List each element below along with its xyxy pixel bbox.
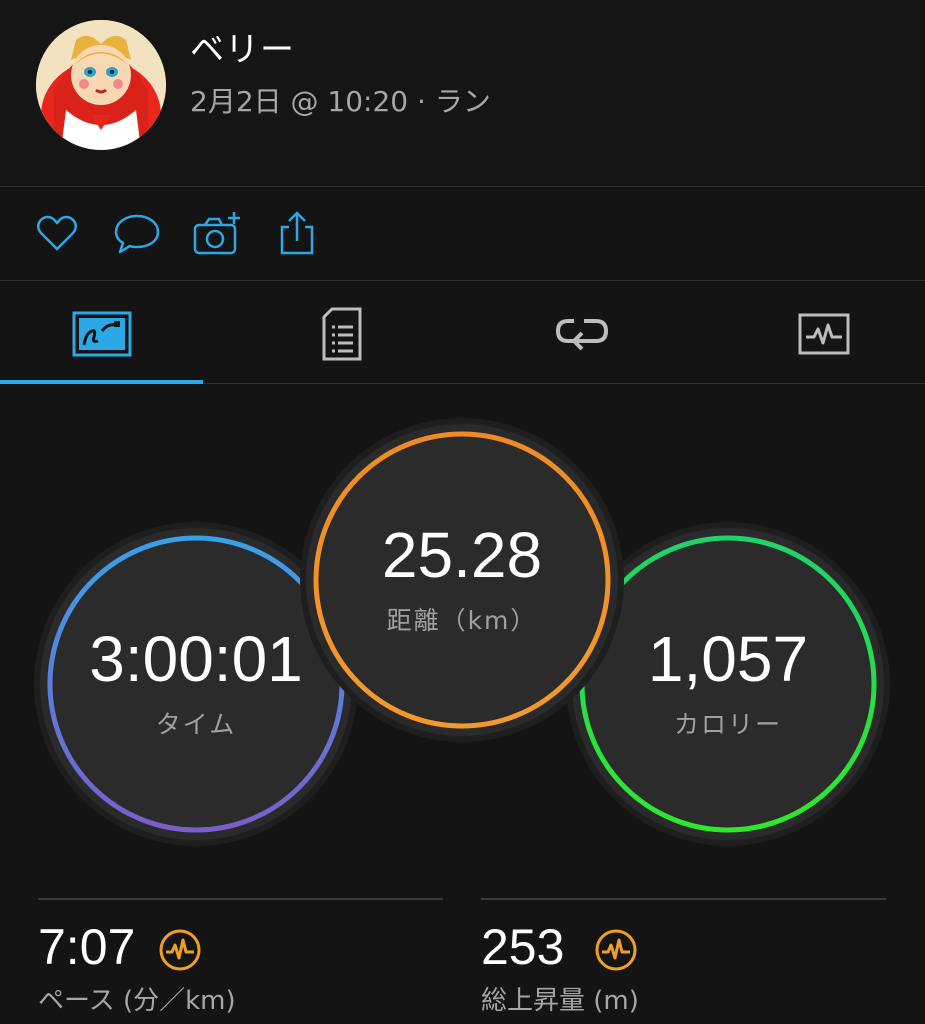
avatar[interactable]	[36, 20, 166, 150]
tab-details[interactable]	[240, 281, 443, 385]
stat-divider	[481, 898, 886, 900]
matryoshka-avatar-icon	[36, 20, 166, 150]
share-icon	[280, 211, 314, 255]
camera-add-icon	[193, 212, 240, 255]
laps-icon	[555, 319, 609, 351]
user-name[interactable]: ベリー	[190, 22, 295, 71]
heart-icon	[37, 215, 77, 251]
add-photo-button[interactable]	[192, 209, 242, 259]
charts-icon	[798, 313, 850, 355]
time-label: タイム	[155, 710, 237, 739]
distance-value: 25.28	[381, 519, 543, 591]
stat-divider	[38, 898, 443, 900]
pace-label: ペース (分／km)	[38, 986, 236, 1016]
details-icon	[322, 307, 362, 361]
share-button[interactable]	[272, 209, 322, 259]
calories-value: 1,057	[647, 623, 809, 695]
distance-stat-circle[interactable]: 25.28 距離（km）	[306, 424, 618, 736]
tab-overview[interactable]	[0, 281, 203, 385]
comment-icon	[114, 214, 160, 254]
tab-charts[interactable]	[720, 281, 925, 385]
calories-label: カロリー	[673, 710, 782, 739]
activity-tabs	[0, 281, 925, 385]
overview-icon	[72, 311, 132, 357]
activity-header: ベリー 2月2日 @ 10:20 · ラン	[0, 0, 925, 186]
performance-icon[interactable]	[158, 928, 202, 972]
performance-icon[interactable]	[594, 928, 638, 972]
tab-laps[interactable]	[480, 281, 683, 385]
comment-button[interactable]	[112, 209, 162, 259]
activity-date-time: 2月2日 @ 10:20 · ラン	[190, 85, 491, 118]
action-bar	[0, 187, 925, 280]
ascent-value: 253	[481, 919, 565, 975]
ascent-label: 総上昇量 (m)	[481, 986, 639, 1016]
active-tab-indicator	[0, 380, 203, 384]
distance-label: 距離（km）	[386, 606, 538, 635]
pace-value: 7:07	[38, 919, 136, 975]
like-button[interactable]	[32, 209, 82, 259]
calories-stat-circle[interactable]: 1,057 カロリー	[572, 528, 884, 840]
time-value: 3:00:01	[89, 623, 303, 695]
